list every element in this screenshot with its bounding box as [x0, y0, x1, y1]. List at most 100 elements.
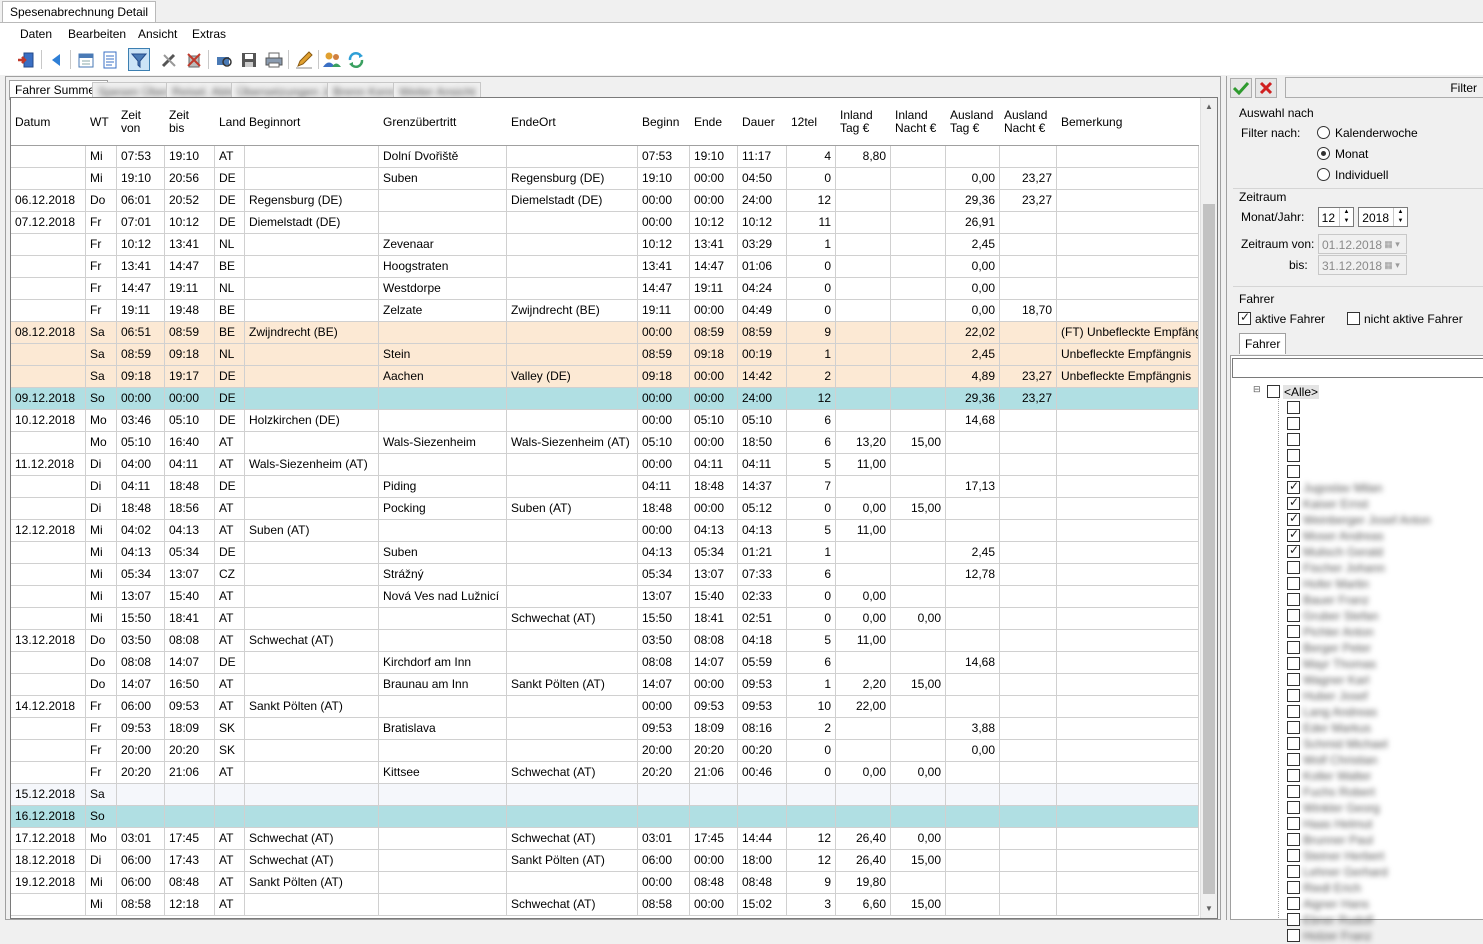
table-cell[interactable]: 15.12.2018	[11, 784, 86, 805]
table-cell[interactable]	[1000, 542, 1057, 563]
table-cell[interactable]	[946, 850, 1000, 871]
table-cell[interactable]: 14:42	[738, 366, 787, 387]
table-cell[interactable]: 10:12	[690, 212, 738, 233]
table-cell[interactable]	[1057, 520, 1199, 541]
table-cell[interactable]	[1057, 850, 1199, 871]
table-cell[interactable]	[891, 256, 946, 277]
table-cell[interactable]	[11, 762, 86, 783]
table-cell[interactable]	[11, 344, 86, 365]
table-cell[interactable]	[1057, 696, 1199, 717]
save-icon[interactable]	[238, 48, 260, 71]
table-cell[interactable]	[117, 784, 165, 805]
table-cell[interactable]: 26,40	[836, 850, 891, 871]
table-cell[interactable]	[507, 212, 638, 233]
table-cell[interactable]: 5	[787, 454, 836, 475]
table-cell[interactable]	[946, 432, 1000, 453]
table-cell[interactable]: AT	[215, 432, 245, 453]
document-icon[interactable]	[99, 48, 121, 71]
table-cell[interactable]	[1057, 894, 1199, 915]
table-cell[interactable]: 1	[787, 674, 836, 695]
table-cell[interactable]: 04:11	[690, 454, 738, 475]
column-header[interactable]: Ausland Tag €	[946, 98, 1000, 146]
driver-checkbox[interactable]	[1287, 449, 1300, 462]
filter-icon[interactable]	[128, 48, 150, 71]
table-cell[interactable]	[245, 542, 379, 563]
table-cell[interactable]	[245, 498, 379, 519]
table-cell[interactable]: 14,68	[946, 410, 1000, 431]
table-cell[interactable]: Dolní Dvořiště	[379, 146, 507, 167]
table-cell[interactable]	[245, 300, 379, 321]
table-cell[interactable]: 3,88	[946, 718, 1000, 739]
menu-daten[interactable]: Daten	[20, 27, 52, 41]
table-cell[interactable]	[11, 168, 86, 189]
table-cell[interactable]	[1000, 872, 1057, 893]
table-cell[interactable]: So	[86, 388, 117, 409]
table-cell[interactable]	[11, 278, 86, 299]
table-row[interactable]: 19.12.2018 Mi 06:00 08:48 AT Sankt Pölten (AT…	[11, 872, 1199, 894]
menu-extras[interactable]: Extras	[192, 27, 226, 41]
table-cell[interactable]: 03:50	[638, 630, 690, 651]
table-cell[interactable]: Mi	[86, 586, 117, 607]
table-cell[interactable]: AT	[215, 894, 245, 915]
table-cell[interactable]	[946, 806, 1000, 827]
driver-checkbox[interactable]	[1287, 897, 1300, 910]
driver-checkbox[interactable]	[1287, 609, 1300, 622]
table-cell[interactable]	[245, 388, 379, 409]
table-cell[interactable]: 14:44	[738, 828, 787, 849]
table-cell[interactable]	[1000, 828, 1057, 849]
table-cell[interactable]: 11.12.2018	[11, 454, 86, 475]
table-cell[interactable]	[891, 190, 946, 211]
table-cell[interactable]	[1000, 718, 1057, 739]
table-cell[interactable]: Bratislava	[379, 718, 507, 739]
table-cell[interactable]	[11, 146, 86, 167]
table-cell[interactable]: 18:09	[165, 718, 215, 739]
table-row[interactable]: Fr 10:12 13:41 NL Zevenaar 10:12 13:41 03:29 1 2,…	[11, 234, 1199, 256]
table-cell[interactable]	[891, 344, 946, 365]
table-cell[interactable]	[1057, 806, 1199, 827]
table-cell[interactable]: 14:07	[690, 652, 738, 673]
table-cell[interactable]: 0,00	[891, 828, 946, 849]
menu-bearbeiten[interactable]: Bearbeiten	[68, 27, 126, 41]
column-header[interactable]: WT	[86, 98, 117, 146]
table-cell[interactable]: 6	[787, 652, 836, 673]
table-cell[interactable]: 04:11	[738, 454, 787, 475]
table-cell[interactable]: 07.12.2018	[11, 212, 86, 233]
table-cell[interactable]	[507, 388, 638, 409]
table-cell[interactable]: 14:07	[117, 674, 165, 695]
table-cell[interactable]: Unbefleckte Empfängnis	[1057, 366, 1199, 387]
table-cell[interactable]: 1	[787, 344, 836, 365]
driver-checkbox[interactable]	[1287, 817, 1300, 830]
table-cell[interactable]: 13:07	[638, 586, 690, 607]
stepper-arrows-icon[interactable]: ▲ ▼	[1393, 208, 1407, 226]
table-cell[interactable]: 19,80	[836, 872, 891, 893]
table-cell[interactable]: 1	[787, 542, 836, 563]
table-cell[interactable]	[1000, 652, 1057, 673]
driver-checkbox[interactable]	[1287, 721, 1300, 734]
table-cell[interactable]: 17:45	[165, 828, 215, 849]
table-cell[interactable]	[507, 256, 638, 277]
table-cell[interactable]: CZ	[215, 564, 245, 585]
driver-checkbox[interactable]	[1287, 401, 1300, 414]
table-cell[interactable]: Fr	[86, 256, 117, 277]
table-row[interactable]: 18.12.2018 Di 06:00 17:43 AT Schwechat (AT) Sa…	[11, 850, 1199, 872]
table-cell[interactable]: Mi	[86, 146, 117, 167]
table-cell[interactable]	[1000, 454, 1057, 475]
table-cell[interactable]: Do	[86, 630, 117, 651]
table-row[interactable]: Mi 13:07 15:40 AT Nová Ves nad Lužnicí 13:07 1…	[11, 586, 1199, 608]
column-header[interactable]: Bemerkung	[1057, 98, 1199, 146]
table-cell[interactable]: 18:41	[165, 608, 215, 629]
table-cell[interactable]	[379, 696, 507, 717]
table-cell[interactable]: 19:11	[117, 300, 165, 321]
table-cell[interactable]: 0,00	[946, 278, 1000, 299]
table-cell[interactable]: 18:50	[738, 432, 787, 453]
table-cell[interactable]: 08:48	[690, 872, 738, 893]
back-icon[interactable]	[45, 48, 67, 71]
table-cell[interactable]: BE	[215, 300, 245, 321]
table-cell[interactable]: 20:52	[165, 190, 215, 211]
table-cell[interactable]	[1057, 718, 1199, 739]
table-cell[interactable]	[507, 652, 638, 673]
users-icon[interactable]	[321, 48, 343, 71]
table-cell[interactable]	[507, 586, 638, 607]
table-cell[interactable]	[11, 740, 86, 761]
table-row[interactable]: Mo 05:10 16:40 AT Wals-Siezenheim Wals-Siezen…	[11, 432, 1199, 454]
